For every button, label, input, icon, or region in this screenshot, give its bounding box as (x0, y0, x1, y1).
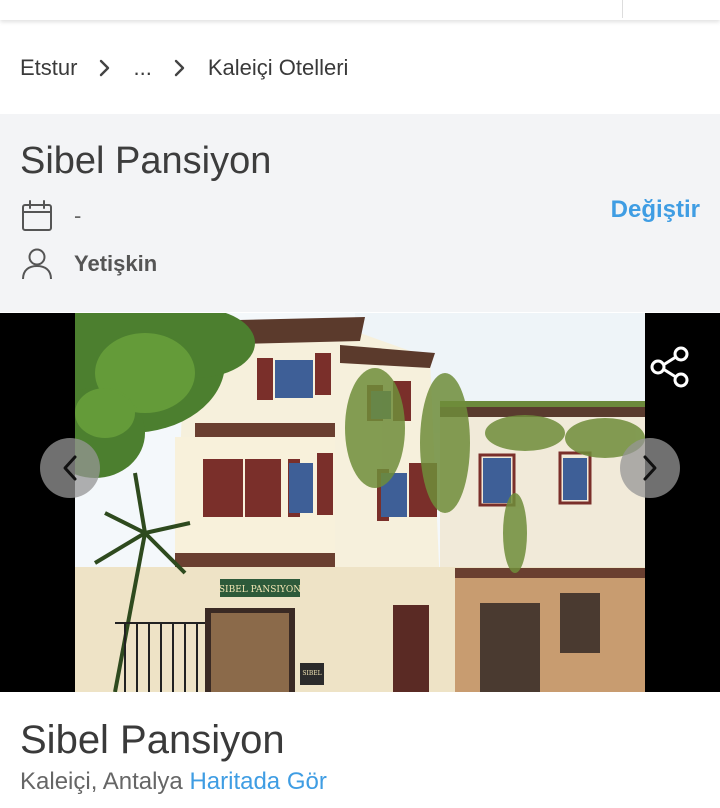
breadcrumb-separator-icon (174, 59, 186, 77)
date-value: - (74, 203, 82, 228)
breadcrumb-separator-icon (99, 59, 111, 77)
breadcrumb-item-kaleici-otelleri[interactable]: Kaleiçi Otelleri (208, 55, 349, 81)
gallery-next-button[interactable] (620, 438, 680, 498)
breadcrumb-item-ellipsis[interactable]: ... (133, 55, 151, 81)
change-button[interactable]: Değiştir (611, 196, 700, 224)
hotel-photo[interactable]: SIBEL PANSIYON SIBEL (75, 313, 645, 692)
show-on-map-link[interactable]: Haritada Gör (189, 768, 326, 795)
breadcrumb-item-etstur[interactable]: Etstur (20, 55, 77, 81)
guest-row[interactable]: Yetişkin (20, 246, 157, 282)
date-row[interactable]: - (20, 198, 81, 234)
booking-hotel-title: Sibel Pansiyon (20, 140, 272, 182)
hotel-location: Kaleiçi, Antalya Haritada Gör (20, 768, 327, 796)
share-icon (650, 346, 689, 388)
top-bar (0, 0, 720, 20)
chevron-left-icon (63, 455, 77, 481)
location-text: Kaleiçi, Antalya (20, 768, 183, 795)
share-button[interactable] (648, 345, 692, 389)
hotel-name: Sibel Pansiyon (20, 718, 285, 762)
gallery-prev-button[interactable] (40, 438, 100, 498)
top-bar-divider (622, 0, 623, 18)
hotel-plaque-text: SIBEL (302, 670, 321, 677)
photo-gallery[interactable]: SIBEL PANSIYON SIBEL (0, 313, 720, 692)
guest-value: Yetişkin (74, 251, 158, 276)
hotel-sign-text: SIBEL PANSIYON (219, 585, 301, 595)
user-icon (20, 246, 54, 282)
breadcrumb: Etstur ... Kaleiçi Otelleri (20, 52, 348, 84)
calendar-icon (20, 198, 54, 234)
chevron-right-icon (643, 455, 657, 481)
